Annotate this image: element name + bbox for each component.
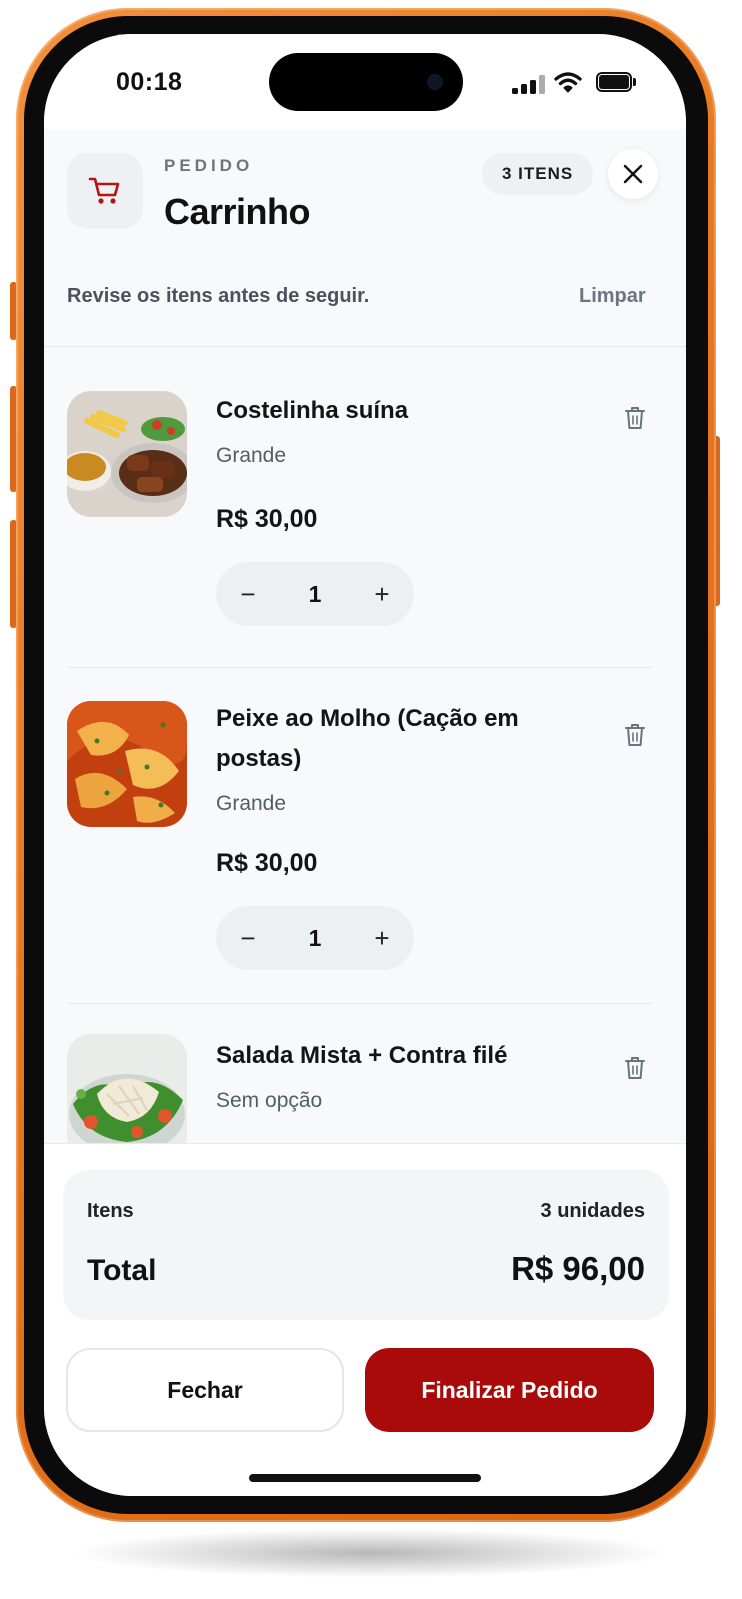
increase-quantity-button[interactable]: + [350,906,414,970]
item-name: Costelinha suína [216,397,409,424]
total-value: R$ 96,00 [511,1250,645,1287]
item-option: Sem opção [216,1089,323,1112]
minus-icon: − [240,922,256,953]
item-price: R$ 30,00 [216,505,318,533]
trash-icon[interactable] [624,405,646,431]
status-bar: 00:18 [44,34,686,129]
item-option: Grande [216,444,287,467]
quantity-value: 1 [308,580,322,607]
increase-quantity-button[interactable]: + [350,562,414,626]
phone-screen: 00:18 PEDIDO Carrinho 3 ITENS Revise os … [44,34,686,1496]
section-eyebrow: PEDIDO [164,156,254,175]
plus-icon: + [374,922,390,953]
item-image-pork-ribs [67,391,187,517]
cart-item: Peixe ao Molho (Cação em postas) Grande … [44,667,686,1004]
cart-badge [67,153,143,229]
item-name: Peixe ao Molho (Cação em postas) [216,705,519,772]
cart-item: Costelinha suína Grande R$ 30,00 − 1 + [44,347,686,668]
item-image-mixed-salad [67,1034,187,1143]
camera-icon [427,74,443,90]
cart-icon [88,177,120,204]
item-price: R$ 30,00 [216,849,318,877]
cart-header: PEDIDO Carrinho 3 ITENS Revise os itens … [44,129,686,347]
trash-icon[interactable] [624,1055,646,1081]
dynamic-island [269,53,463,111]
plus-icon: + [374,578,390,609]
item-option: Grande [216,792,287,815]
wifi-icon [554,72,582,93]
device-mockup: 00:18 PEDIDO Carrinho 3 ITENS Revise os … [0,0,742,1599]
close-cart-button[interactable]: Fechar [66,1348,344,1432]
quantity-stepper: − 1 + [216,906,414,970]
page-title: Carrinho [164,191,311,232]
home-indicator[interactable] [249,1474,481,1482]
total-label: Total [87,1254,157,1287]
item-count-badge: 3 ITENS [482,153,594,195]
review-hint: Revise os itens antes de seguir. [67,285,370,307]
item-name: Salada Mista + Contra filé [216,1042,508,1069]
cart-item-list[interactable]: Costelinha suína Grande R$ 30,00 − 1 + P… [44,347,686,1143]
close-icon [623,164,643,184]
clear-cart-link[interactable]: Limpar [579,285,646,308]
device-shadow [70,1528,670,1578]
order-summary: Itens 3 unidades Total R$ 96,00 [63,1170,669,1320]
items-units: 3 unidades [540,1200,645,1222]
decrease-quantity-button[interactable]: − [216,562,280,626]
decrease-quantity-button[interactable]: − [216,906,280,970]
cart-item: Salada Mista + Contra filé Sem opção [44,1004,686,1143]
items-label: Itens [87,1200,134,1222]
status-time: 00:18 [116,68,183,96]
quantity-value: 1 [308,924,322,951]
cellular-signal-icon [512,74,546,94]
checkout-button[interactable]: Finalizar Pedido [365,1348,654,1432]
minus-icon: − [240,578,256,609]
order-footer: Itens 3 unidades Total R$ 96,00 Fechar F… [44,1143,686,1496]
item-image-fish-in-sauce [67,701,187,827]
quantity-stepper: − 1 + [216,562,414,626]
close-button[interactable] [608,149,658,199]
battery-icon [596,72,636,92]
trash-icon[interactable] [624,722,646,748]
